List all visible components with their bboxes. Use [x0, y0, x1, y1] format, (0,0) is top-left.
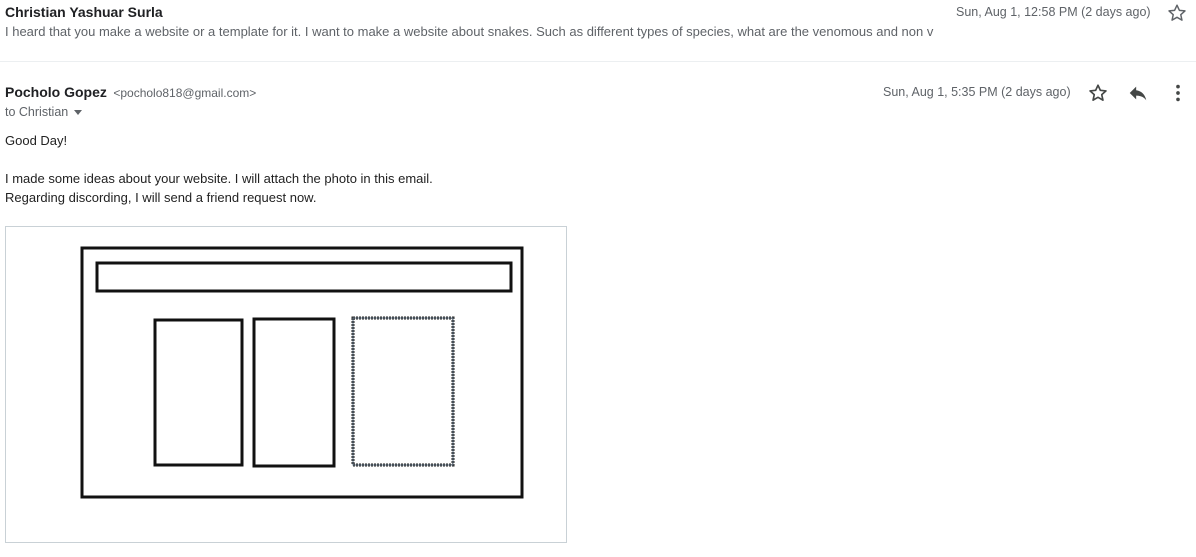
collapsed-message[interactable]: Christian Yashuar Surla I heard that you…	[0, 0, 1196, 62]
sender-line: Pocholo Gopez <pocholo818@gmail.com>	[5, 84, 256, 102]
more-vert-icon[interactable]	[1166, 81, 1190, 105]
sender-name: Christian Yashuar Surla	[5, 4, 163, 20]
chevron-down-icon	[74, 110, 83, 116]
star-icon[interactable]	[1086, 81, 1110, 105]
email-thread: Christian Yashuar Surla I heard that you…	[0, 0, 1196, 557]
message-date: Sun, Aug 1, 5:35 PM (2 days ago)	[883, 85, 1071, 99]
body-greeting: Good Day!	[5, 133, 68, 148]
wireframe-sketch-image	[80, 246, 524, 499]
attachment-image[interactable]	[5, 226, 567, 543]
body-line: Regarding discording, I will send a frie…	[5, 190, 317, 205]
recipients-label: to Christian	[5, 105, 69, 119]
recipients-dropdown[interactable]: to Christian	[5, 105, 83, 119]
reply-icon[interactable]	[1126, 81, 1150, 105]
sender-name: Pocholo Gopez	[5, 84, 107, 100]
sender-email: <pocholo818@gmail.com>	[113, 86, 257, 100]
message-snippet: I heard that you make a website or a tem…	[5, 24, 934, 39]
body-line: I made some ideas about your website. I …	[5, 171, 433, 186]
star-icon[interactable]	[1166, 2, 1188, 24]
message-date: Sun, Aug 1, 12:58 PM (2 days ago)	[956, 5, 1151, 19]
